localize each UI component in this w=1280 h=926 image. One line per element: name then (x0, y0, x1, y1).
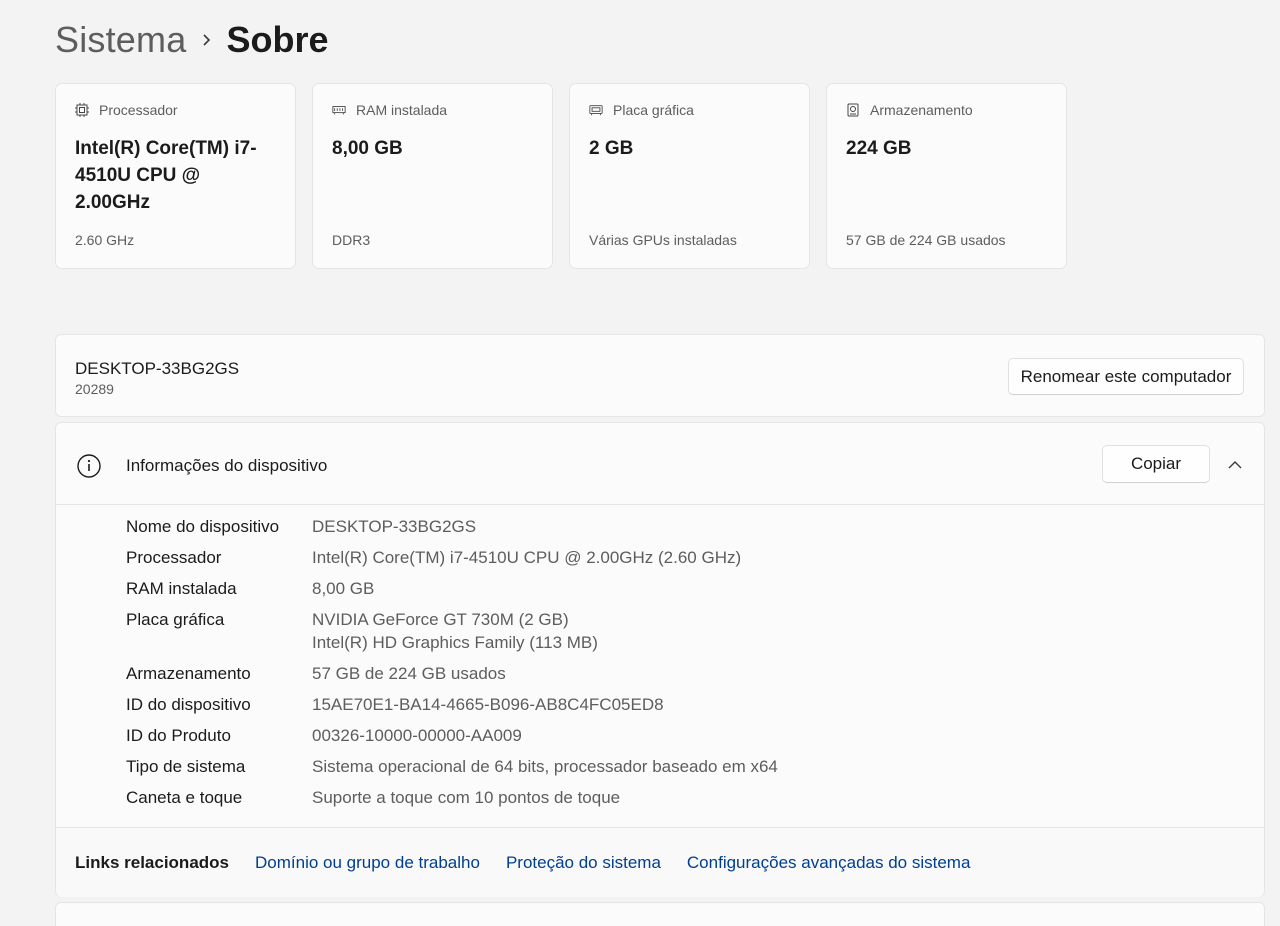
card-sub: Várias GPUs instaladas (589, 232, 737, 248)
spec-row: RAM instalada 8,00 GB (126, 577, 778, 600)
spec-value: DESKTOP-33BG2GS (312, 517, 477, 536)
spec-label: Placa gráfica (126, 610, 225, 629)
card-sub: DDR3 (332, 232, 371, 248)
next-panel (55, 902, 1265, 926)
card-value: 8,00 GB (332, 138, 403, 159)
gpu-icon (589, 103, 603, 117)
spec-row: Placa gráfica NVIDIA GeForce GT 730M (2 … (126, 608, 778, 654)
spec-list: Nome do dispositivo DESKTOP-33BG2GS Proc… (126, 515, 778, 817)
spec-label: ID do dispositivo (126, 695, 251, 714)
breadcrumb: Sistema Sobre (55, 18, 328, 62)
device-number: 20289 (75, 381, 114, 397)
spec-row: ID do dispositivo 15AE70E1-BA14-4665-B09… (126, 693, 778, 716)
page-title: Sobre (226, 19, 329, 60)
spec-label: Tipo de sistema (126, 757, 246, 776)
spec-value: Intel(R) Core(TM) i7-4510U CPU @ 2.00GHz… (312, 548, 742, 567)
spec-value: 15AE70E1-BA14-4665-B096-AB8C4FC05ED8 (312, 695, 664, 714)
link-system-protection[interactable]: Proteção do sistema (506, 853, 661, 873)
link-domain-workgroup[interactable]: Domínio ou grupo de trabalho (255, 853, 480, 873)
spec-row: Processador Intel(R) Core(TM) i7-4510U C… (126, 546, 778, 569)
breadcrumb-parent[interactable]: Sistema (55, 19, 186, 61)
spec-row: Caneta e toque Suporte a toque com 10 po… (126, 786, 778, 809)
related-links-bar: Links relacionados Domínio ou grupo de t… (56, 827, 1264, 897)
device-name: DESKTOP-33BG2GS (75, 359, 240, 378)
card-sub: 57 GB de 224 GB usados (846, 232, 1006, 248)
device-info-header[interactable]: Informações do dispositivo Copiar (56, 423, 1264, 505)
spec-row: Nome do dispositivo DESKTOP-33BG2GS (126, 515, 778, 538)
spec-value: 00326-10000-00000-AA009 (312, 726, 522, 745)
card-value: 224 GB (846, 138, 912, 159)
spec-label: RAM instalada (126, 579, 237, 598)
spec-row: Armazenamento 57 GB de 224 GB usados (126, 662, 778, 685)
spec-label: Nome do dispositivo (126, 517, 280, 536)
spec-label: Processador (126, 548, 222, 567)
spec-value: Suporte a toque com 10 pontos de toque (312, 788, 621, 807)
card-processor: Processador Intel(R) Core(TM) i7-4510U C… (55, 83, 296, 269)
card-value: 2 GB (589, 138, 634, 159)
card-label: Placa gráfica (613, 102, 694, 118)
card-ram: RAM instalada 8,00 GB DDR3 (312, 83, 553, 269)
info-icon (76, 453, 102, 479)
spec-row: ID do Produto 00326-10000-00000-AA009 (126, 724, 778, 747)
spec-label: ID do Produto (126, 726, 231, 745)
card-label: Processador (99, 102, 178, 118)
rename-computer-button[interactable]: Renomear este computador (1008, 358, 1244, 395)
spec-row: Tipo de sistema Sistema operacional de 6… (126, 755, 778, 778)
copy-button[interactable]: Copiar (1102, 445, 1210, 483)
spec-label: Caneta e toque (126, 788, 243, 807)
spec-value-line: NVIDIA GeForce GT 730M (2 GB) (312, 610, 569, 629)
card-value: Intel(R) Core(TM) i7-4510U CPU @ 2.00GHz (75, 138, 257, 213)
related-links-label: Links relacionados (75, 852, 229, 872)
link-advanced-system-settings[interactable]: Configurações avançadas do sistema (687, 853, 971, 873)
device-info-panel: Informações do dispositivo Copiar Nome d… (55, 422, 1265, 897)
chevron-right-icon (186, 33, 226, 47)
storage-icon (846, 103, 860, 117)
ram-icon (332, 103, 346, 117)
card-gpu: Placa gráfica 2 GB Várias GPUs instalada… (569, 83, 810, 269)
device-info-title: Informações do dispositivo (126, 456, 328, 475)
spec-value: 57 GB de 224 GB usados (312, 664, 506, 683)
processor-icon (75, 103, 89, 117)
spec-cards: Processador Intel(R) Core(TM) i7-4510U C… (55, 83, 1067, 269)
spec-value: Sistema operacional de 64 bits, processa… (312, 757, 778, 776)
card-label: Armazenamento (870, 102, 973, 118)
device-name-panel: DESKTOP-33BG2GS 20289 Renomear este comp… (55, 334, 1265, 417)
card-label: RAM instalada (356, 102, 448, 118)
spec-value: NVIDIA GeForce GT 730M (2 GB) Intel(R) H… (312, 608, 598, 654)
spec-value-line: Intel(R) HD Graphics Family (113 MB) (312, 633, 598, 652)
chevron-up-icon[interactable] (1223, 453, 1247, 477)
card-sub: 2.60 GHz (75, 232, 135, 248)
spec-label: Armazenamento (126, 664, 251, 683)
spec-value: 8,00 GB (312, 579, 375, 598)
card-storage: Armazenamento 224 GB 57 GB de 224 GB usa… (826, 83, 1067, 269)
